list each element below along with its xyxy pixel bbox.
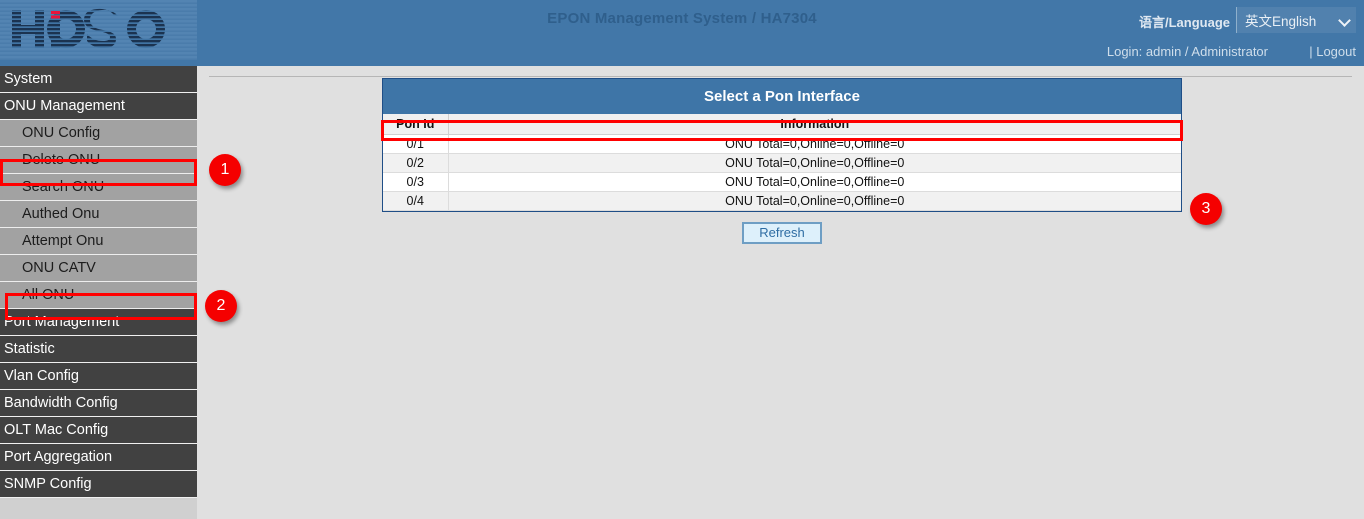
annotation-badge-2: 2	[205, 290, 237, 322]
table-header-row: Pon Id Information	[383, 114, 1181, 134]
sidebar-item-search-onu[interactable]: Search ONU	[0, 174, 197, 201]
sidebar-item-bandwidth-config[interactable]: Bandwidth Config	[0, 390, 197, 417]
pon-interface-table: Pon Id Information 0/1 ONU Total=0,Onlin…	[383, 114, 1181, 211]
sidebar-item-port-aggregation[interactable]: Port Aggregation	[0, 444, 197, 471]
annotation-badge-1: 1	[209, 154, 241, 186]
table-row[interactable]: 0/1 ONU Total=0,Online=0,Offline=0	[383, 134, 1181, 153]
epon-management-page: EPON Management System / HA7304 语言/Langu…	[0, 0, 1364, 519]
pon-interface-panel: Select a Pon Interface Pon Id Informatio…	[382, 78, 1182, 212]
language-label: 语言/Language	[1139, 12, 1230, 31]
table-row[interactable]: 0/3 ONU Total=0,Online=0,Offline=0	[383, 172, 1181, 191]
refresh-button[interactable]: Refresh	[742, 222, 822, 244]
chevron-down-icon	[1339, 15, 1350, 26]
table-row[interactable]: 0/2 ONU Total=0,Online=0,Offline=0	[383, 153, 1181, 172]
annotation-badge-3: 3	[1190, 193, 1222, 225]
logout-link[interactable]: | Logout	[1309, 44, 1356, 59]
cell-pon-id: 0/4	[383, 191, 448, 210]
page-body: System ONU Management ONU Config Delete …	[0, 66, 1364, 519]
sidebar-item-onu-catv[interactable]: ONU CATV	[0, 255, 197, 282]
sidebar-item-port-management[interactable]: Port Management	[0, 309, 197, 336]
sidebar-nav: System ONU Management ONU Config Delete …	[0, 66, 197, 519]
sidebar-item-snmp-config[interactable]: SNMP Config	[0, 471, 197, 498]
cell-pon-id: 0/3	[383, 172, 448, 191]
login-info: Login: admin / Administrator	[1107, 44, 1268, 59]
cell-information: ONU Total=0,Online=0,Offline=0	[448, 172, 1181, 191]
sidebar-item-vlan-config[interactable]: Vlan Config	[0, 363, 197, 390]
sidebar-item-authed-onu[interactable]: Authed Onu	[0, 201, 197, 228]
sidebar-item-delete-onu[interactable]: Delete ONU	[0, 147, 197, 174]
column-header-pon-id: Pon Id	[383, 114, 448, 134]
cell-pon-id: 0/2	[383, 153, 448, 172]
sidebar-item-all-onu[interactable]: All ONU	[0, 282, 197, 309]
sidebar-item-olt-mac-config[interactable]: OLT Mac Config	[0, 417, 197, 444]
sidebar-item-onu-config[interactable]: ONU Config	[0, 120, 197, 147]
cell-information: ONU Total=0,Online=0,Offline=0	[448, 134, 1181, 153]
sidebar-item-statistic[interactable]: Statistic	[0, 336, 197, 363]
language-select[interactable]: 英文English	[1236, 7, 1356, 33]
table-row[interactable]: 0/4 ONU Total=0,Online=0,Offline=0	[383, 191, 1181, 210]
cell-pon-id: 0/1	[383, 134, 448, 153]
sidebar-item-onu-management[interactable]: ONU Management	[0, 93, 197, 120]
page-header: EPON Management System / HA7304 语言/Langu…	[0, 0, 1364, 66]
cell-information: ONU Total=0,Online=0,Offline=0	[448, 191, 1181, 210]
language-select-value: 英文English	[1245, 10, 1335, 30]
column-header-information: Information	[448, 114, 1181, 134]
panel-title: Select a Pon Interface	[383, 79, 1181, 114]
hioso-logo	[0, 0, 197, 60]
cell-information: ONU Total=0,Online=0,Offline=0	[448, 153, 1181, 172]
main-content: Select a Pon Interface Pon Id Informatio…	[197, 66, 1364, 519]
content-divider	[209, 76, 1352, 77]
sidebar-item-attempt-onu[interactable]: Attempt Onu	[0, 228, 197, 255]
sidebar-item-system[interactable]: System	[0, 66, 197, 93]
